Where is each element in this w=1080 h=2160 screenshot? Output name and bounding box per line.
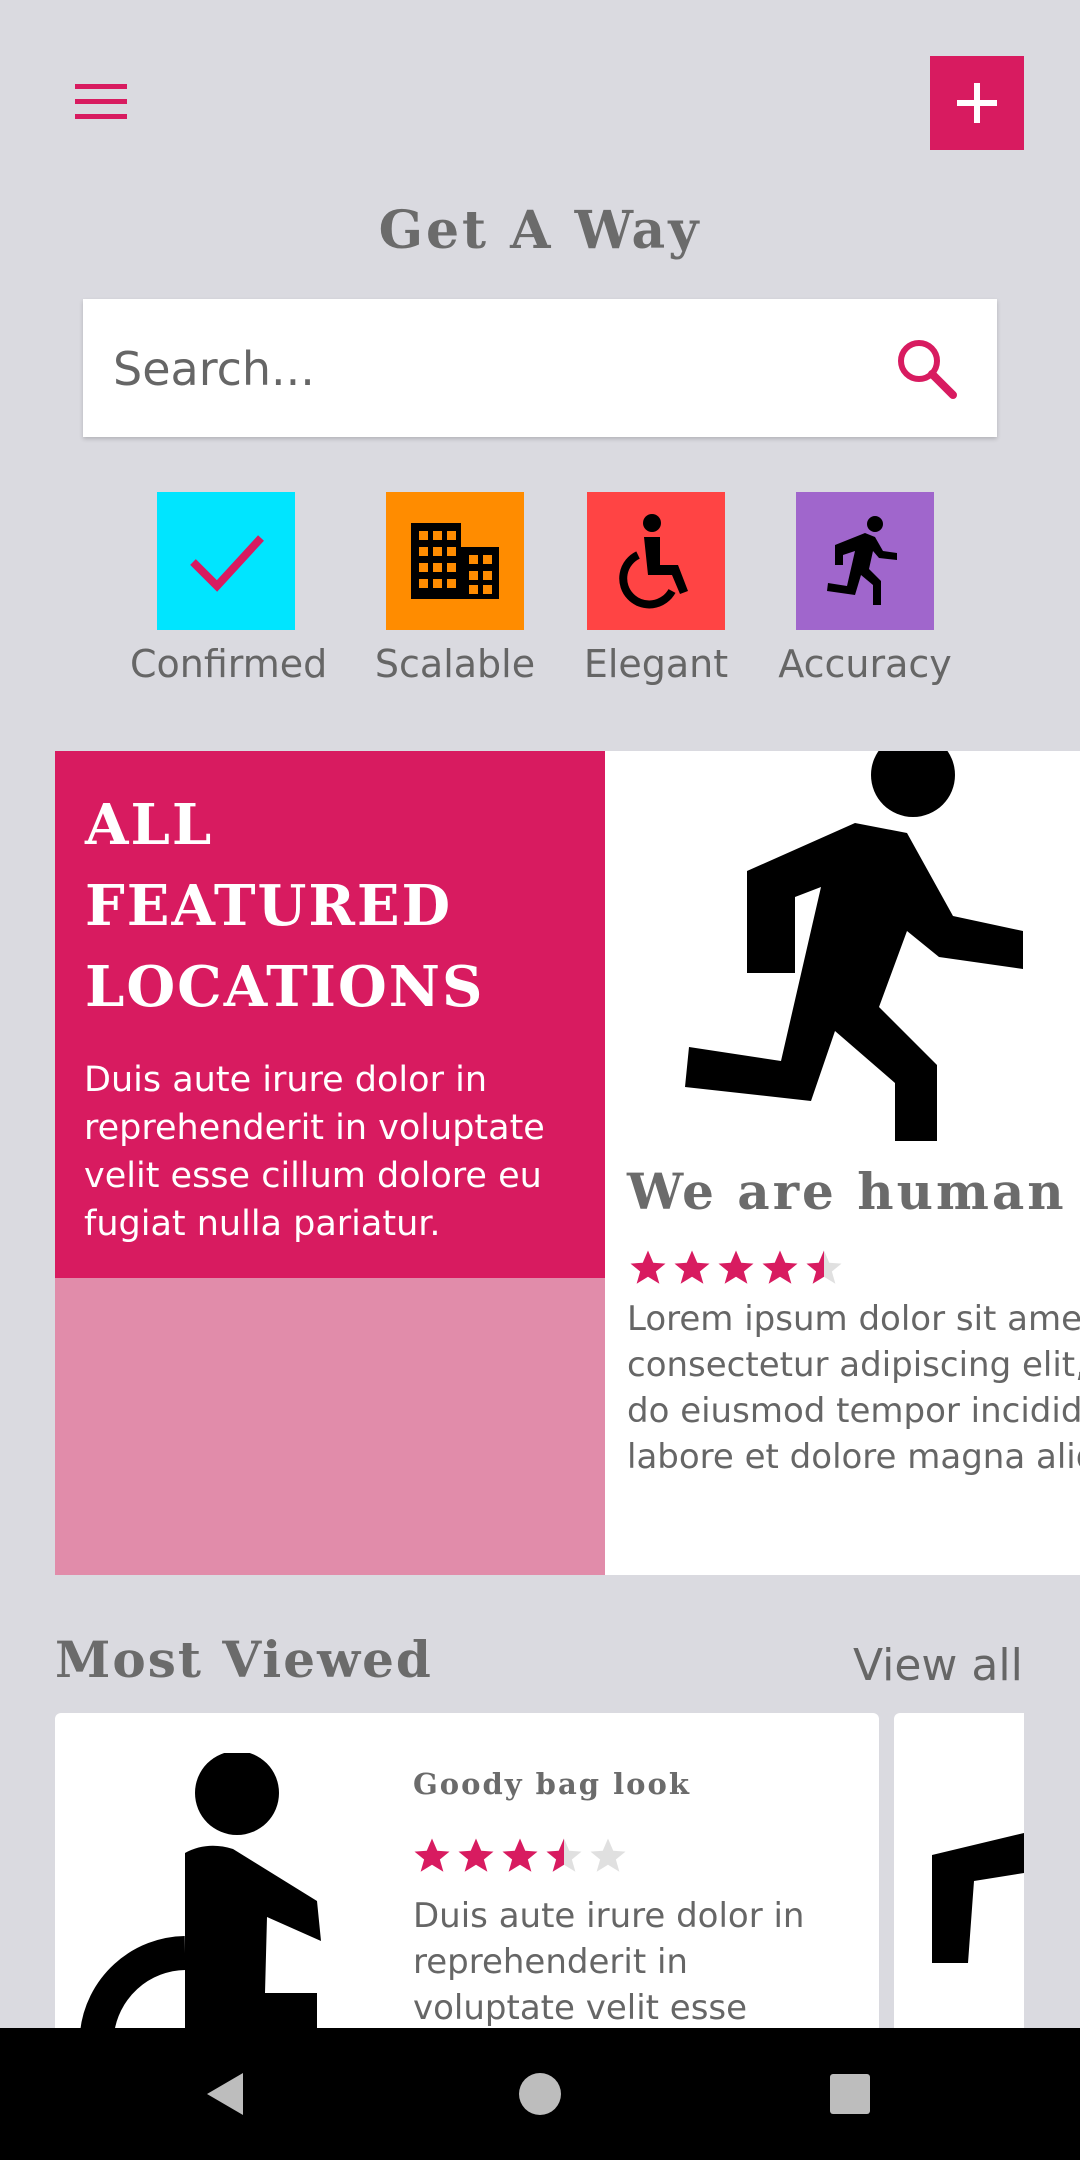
featured-header: ALL FEATURED LOCATIONS Duis aute irure d… bbox=[55, 751, 605, 1278]
star-icon bbox=[502, 1838, 538, 1872]
building-icon bbox=[411, 523, 499, 599]
human-card[interactable]: We are human Lorem ipsum dolor sit amet,… bbox=[605, 751, 1080, 1575]
human-card-description: Lorem ipsum dolor sit amet, consectetur … bbox=[627, 1299, 1080, 1477]
most-viewed-item-title: Goody bag look bbox=[413, 1767, 691, 1801]
featured-description: Duis aute irure dolor in reprehenderit i… bbox=[84, 1060, 545, 1244]
category-tile bbox=[587, 492, 725, 630]
most-viewed-title: Most Viewed bbox=[55, 1630, 433, 1689]
star-icon bbox=[414, 1838, 450, 1872]
featured-title-line: ALL bbox=[85, 792, 214, 858]
running-person-icon bbox=[685, 751, 1023, 1141]
add-button[interactable] bbox=[930, 56, 1024, 150]
star-icon bbox=[762, 1250, 798, 1284]
home-button[interactable] bbox=[510, 2064, 570, 2124]
featured-title: ALL FEATURED LOCATIONS bbox=[85, 785, 595, 1028]
category-tile bbox=[386, 492, 524, 630]
featured-title-line: FEATURED bbox=[85, 873, 453, 939]
back-triangle-icon bbox=[207, 2073, 243, 2115]
star-half-icon bbox=[806, 1250, 842, 1284]
menu-button[interactable] bbox=[70, 78, 132, 126]
running-person-icon bbox=[932, 1833, 1024, 1963]
category-label: Confirmed bbox=[130, 642, 328, 686]
recents-button[interactable] bbox=[820, 2064, 880, 2124]
featured-title-line: LOCATIONS bbox=[85, 954, 485, 1020]
category-label: Accuracy bbox=[778, 642, 952, 686]
seated-person-icon bbox=[80, 1753, 321, 2033]
recents-square-icon bbox=[830, 2074, 870, 2114]
star-icon bbox=[674, 1250, 710, 1284]
human-card-title: We are human bbox=[627, 1162, 1067, 1221]
wheelchair-icon bbox=[619, 514, 688, 609]
star-empty-icon bbox=[590, 1838, 626, 1872]
category-tile bbox=[796, 492, 934, 630]
search-icon[interactable] bbox=[891, 333, 961, 403]
star-icon bbox=[718, 1250, 754, 1284]
system-navigation-bar bbox=[0, 2028, 1080, 2160]
most-viewed-card[interactable]: Goody bag look Duis aute irure dolor in … bbox=[55, 1713, 879, 2033]
category-label: Scalable bbox=[374, 642, 536, 686]
most-viewed-card-partial[interactable] bbox=[894, 1713, 1024, 2033]
running-person-icon bbox=[827, 516, 897, 605]
menu-bar bbox=[75, 84, 127, 89]
category-tile bbox=[157, 492, 295, 630]
back-button[interactable] bbox=[195, 2064, 255, 2124]
featured-locations-card[interactable]: ALL FEATURED LOCATIONS Duis aute irure d… bbox=[55, 751, 605, 1575]
category-accuracy[interactable]: Accuracy bbox=[775, 492, 955, 686]
category-label: Elegant bbox=[583, 642, 729, 686]
check-icon bbox=[190, 535, 264, 592]
app-title: Get A Way bbox=[378, 200, 702, 261]
view-all-link[interactable]: View all bbox=[853, 1640, 1023, 1691]
star-half-icon bbox=[546, 1838, 582, 1872]
category-scalable[interactable]: Scalable bbox=[370, 492, 540, 686]
menu-bar bbox=[75, 99, 127, 104]
search-input[interactable] bbox=[111, 299, 875, 439]
category-elegant[interactable]: Elegant bbox=[580, 492, 732, 686]
star-icon bbox=[458, 1838, 494, 1872]
home-circle-icon bbox=[519, 2073, 561, 2115]
menu-bar bbox=[75, 114, 127, 119]
search-bar bbox=[83, 299, 997, 439]
most-viewed-item-description: Duis aute irure dolor in reprehenderit i… bbox=[413, 1896, 805, 2028]
star-icon bbox=[630, 1250, 666, 1284]
category-confirmed[interactable]: Confirmed bbox=[130, 492, 328, 686]
plus-icon bbox=[957, 83, 997, 123]
star-rating bbox=[411, 1835, 629, 1877]
star-rating bbox=[627, 1247, 845, 1289]
